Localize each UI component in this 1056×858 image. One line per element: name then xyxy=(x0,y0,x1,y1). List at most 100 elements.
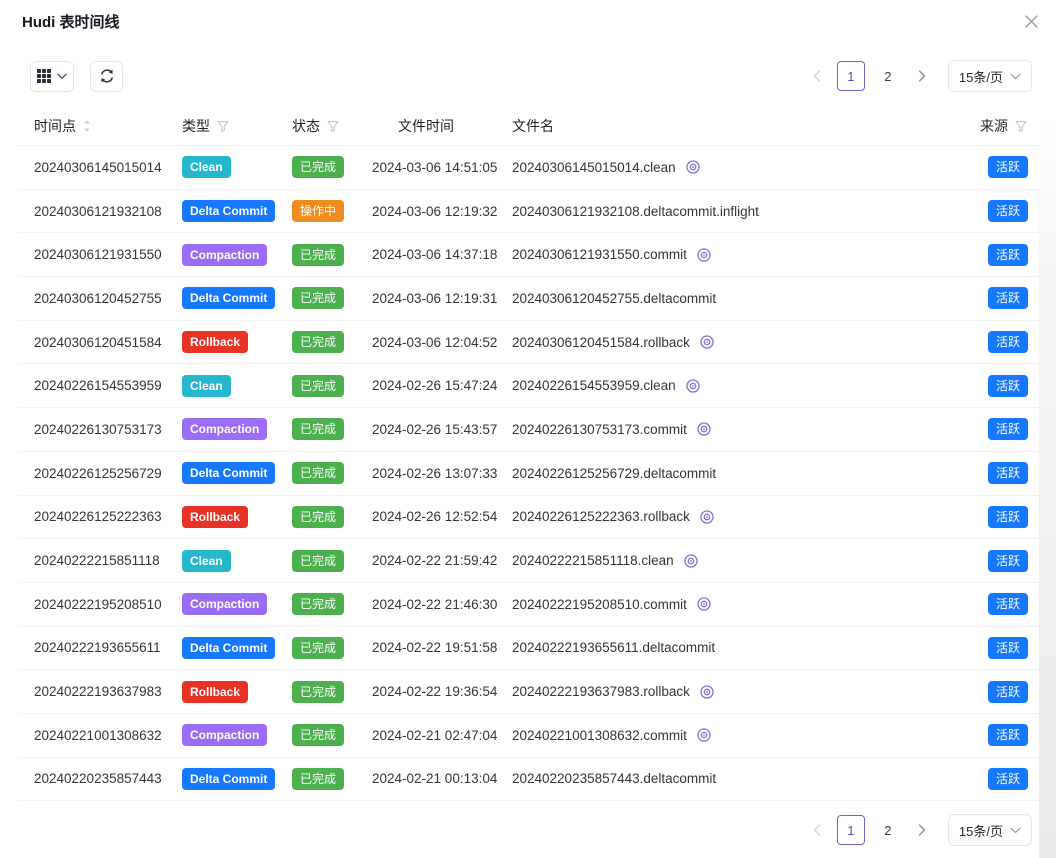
column-header-source: 来源 xyxy=(948,116,1040,136)
type-cell: Delta Commit xyxy=(182,462,292,484)
chevron-right-icon[interactable] xyxy=(911,61,933,91)
close-icon[interactable] xyxy=(1022,12,1040,30)
filter-icon[interactable] xyxy=(216,119,230,133)
timestamp-cell: 20240222193637983 xyxy=(18,684,182,699)
table-row: 20240220235857443 Delta Commit 已完成 2024-… xyxy=(18,758,1040,802)
eye-icon[interactable] xyxy=(696,247,712,263)
status-badge: 已完成 xyxy=(292,156,344,178)
file-name-cell: 20240306120451584.rollback xyxy=(512,334,948,350)
type-cell: Clean xyxy=(182,375,292,397)
file-name-cell: 20240226125256729.deltacommit xyxy=(512,466,948,481)
file-name: 20240306121931550.commit xyxy=(512,247,687,262)
eye-icon[interactable] xyxy=(696,596,712,612)
file-name-cell: 20240306145015014.clean xyxy=(512,159,948,175)
page-button-2[interactable]: 2 xyxy=(874,61,902,91)
file-name: 20240306121932108.deltacommit.inflight xyxy=(512,204,759,219)
table-row: 20240306145015014 Clean 已完成 2024-03-06 1… xyxy=(18,146,1040,190)
column-label: 状态 xyxy=(292,116,320,136)
eye-icon[interactable] xyxy=(685,378,701,394)
type-badge: Clean xyxy=(182,156,231,178)
source-badge: 活跃 xyxy=(988,550,1028,572)
eye-icon[interactable] xyxy=(696,421,712,437)
status-cell: 已完成 xyxy=(292,768,372,790)
status-badge: 已完成 xyxy=(292,375,344,397)
source-badge: 活跃 xyxy=(988,462,1028,484)
eye-icon[interactable] xyxy=(699,334,715,350)
timestamp-cell: 20240220235857443 xyxy=(18,771,182,786)
source-cell: 活跃 xyxy=(948,375,1040,397)
type-badge: Compaction xyxy=(182,418,267,440)
column-label: 文件时间 xyxy=(398,116,454,136)
file-name: 20240226125256729.deltacommit xyxy=(512,466,716,481)
file-time-cell: 2024-02-26 15:43:57 xyxy=(372,422,512,437)
chevron-right-icon[interactable] xyxy=(911,815,933,845)
type-badge: Delta Commit xyxy=(182,200,275,222)
table-row: 20240226130753173 Compaction 已完成 2024-02… xyxy=(18,408,1040,452)
source-badge: 活跃 xyxy=(988,593,1028,615)
chevron-left-icon[interactable] xyxy=(806,61,828,91)
pagination-bottom: 1 2 15条/页 xyxy=(806,814,1032,846)
grid-icon xyxy=(37,69,51,83)
source-cell: 活跃 xyxy=(948,681,1040,703)
type-cell: Delta Commit xyxy=(182,200,292,222)
column-label: 文件名 xyxy=(512,116,554,136)
file-name: 20240306120452755.deltacommit xyxy=(512,291,716,306)
timestamp-cell: 20240226125256729 xyxy=(18,466,182,481)
file-name: 20240226125222363.rollback xyxy=(512,509,690,524)
file-time-cell: 2024-03-06 12:19:31 xyxy=(372,291,512,306)
file-name-cell: 20240220235857443.deltacommit xyxy=(512,771,948,786)
file-time-cell: 2024-02-26 12:52:54 xyxy=(372,509,512,524)
timestamp-cell: 20240226130753173 xyxy=(18,422,182,437)
status-badge: 已完成 xyxy=(292,724,344,746)
page-button-1[interactable]: 1 xyxy=(837,815,865,845)
source-badge: 活跃 xyxy=(988,375,1028,397)
table-row: 20240226125256729 Delta Commit 已完成 2024-… xyxy=(18,452,1040,496)
status-cell: 已完成 xyxy=(292,244,372,266)
filter-icon[interactable] xyxy=(326,119,340,133)
page-button-1[interactable]: 1 xyxy=(837,61,865,91)
type-cell: Delta Commit xyxy=(182,637,292,659)
type-cell: Clean xyxy=(182,156,292,178)
table-row: 20240306120452755 Delta Commit 已完成 2024-… xyxy=(18,277,1040,321)
eye-icon[interactable] xyxy=(699,509,715,525)
chevron-left-icon[interactable] xyxy=(806,815,828,845)
status-cell: 已完成 xyxy=(292,375,372,397)
eye-icon[interactable] xyxy=(699,684,715,700)
sort-icon[interactable] xyxy=(82,119,92,133)
chevron-down-icon xyxy=(1010,827,1021,834)
table-row: 20240222193655611 Delta Commit 已完成 2024-… xyxy=(18,627,1040,671)
eye-icon[interactable] xyxy=(683,553,699,569)
page-size-select[interactable]: 15条/页 xyxy=(948,814,1032,846)
type-badge: Clean xyxy=(182,550,231,572)
type-cell: Rollback xyxy=(182,331,292,353)
page-size-value: 15条/页 xyxy=(959,821,1003,840)
timeline-table: 时间点 类型 状态 文件时间 文件名 来源 202403061 xyxy=(18,106,1040,801)
file-time-cell: 2024-03-06 14:51:05 xyxy=(372,160,512,175)
source-badge: 活跃 xyxy=(988,418,1028,440)
refresh-button[interactable] xyxy=(90,61,123,92)
timestamp-cell: 20240221001308632 xyxy=(18,728,182,743)
source-badge: 活跃 xyxy=(988,287,1028,309)
file-name-cell: 20240306120452755.deltacommit xyxy=(512,291,948,306)
page-size-select[interactable]: 15条/页 xyxy=(948,60,1032,92)
toolbar: 1 2 15条/页 xyxy=(30,60,1032,92)
type-cell: Clean xyxy=(182,550,292,572)
view-mode-button[interactable] xyxy=(30,61,74,92)
table-row: 20240306121932108 Delta Commit 操作中 2024-… xyxy=(18,190,1040,234)
file-name: 20240222195208510.commit xyxy=(512,597,687,612)
status-cell: 已完成 xyxy=(292,550,372,572)
source-badge: 活跃 xyxy=(988,506,1028,528)
status-badge: 已完成 xyxy=(292,550,344,572)
source-cell: 活跃 xyxy=(948,244,1040,266)
filter-icon[interactable] xyxy=(1014,119,1028,133)
source-cell: 活跃 xyxy=(948,637,1040,659)
page-button-2[interactable]: 2 xyxy=(874,815,902,845)
file-time-cell: 2024-02-22 19:51:58 xyxy=(372,640,512,655)
eye-icon[interactable] xyxy=(696,727,712,743)
source-badge: 活跃 xyxy=(988,156,1028,178)
refresh-icon xyxy=(99,68,115,84)
status-cell: 已完成 xyxy=(292,593,372,615)
page-title: Hudi 表时间线 xyxy=(22,11,120,32)
table-row: 20240226154553959 Clean 已完成 2024-02-26 1… xyxy=(18,364,1040,408)
eye-icon[interactable] xyxy=(685,159,701,175)
